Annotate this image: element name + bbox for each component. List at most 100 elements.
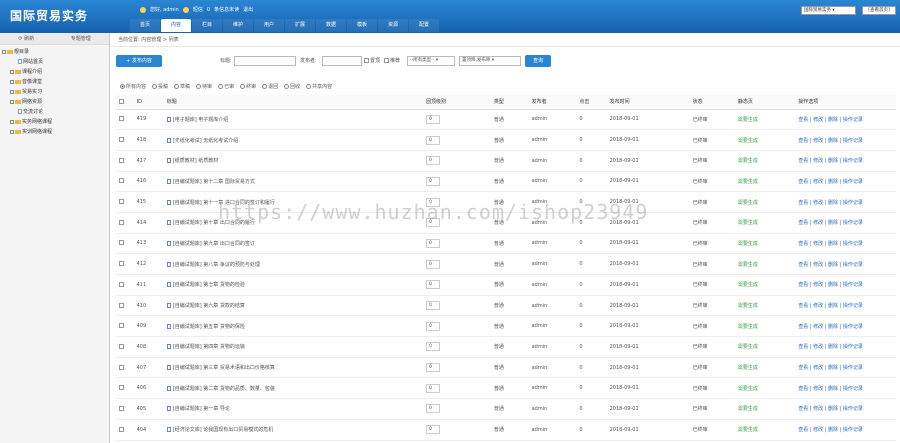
row-checkbox[interactable]	[119, 426, 124, 432]
filter-radio[interactable]: 终审	[240, 83, 256, 91]
expand-icon[interactable]	[10, 79, 14, 84]
static-status[interactable]: 需要生成	[734, 377, 796, 400]
row-checkbox[interactable]	[119, 178, 124, 184]
row-title-link[interactable]: [自编试题库] 第四章 货物的运输	[173, 344, 245, 350]
expand-icon[interactable]	[10, 99, 14, 104]
row-title-link[interactable]: [自编试题库] 第二章 货物的品质、数量、包装	[173, 386, 275, 392]
static-status[interactable]: 需要生成	[734, 150, 796, 172]
filter-radio[interactable]: 待审	[196, 83, 212, 91]
add-content-button[interactable]: + 发布内容	[116, 55, 162, 67]
filter-radio[interactable]: 已审	[218, 83, 234, 91]
order-input[interactable]: 0	[425, 218, 440, 228]
nav-tab-0[interactable]: 首页	[130, 19, 160, 32]
tree-item[interactable]: 实训网络课程	[2, 127, 109, 137]
static-status[interactable]: 需要生成	[734, 419, 796, 441]
filter-radio[interactable]: 草稿	[174, 83, 190, 91]
row-actions[interactable]: 查看 | 修改 | 删除 | 操作记录	[795, 212, 896, 234]
static-status[interactable]: 需要生成	[734, 129, 796, 151]
static-status[interactable]: 需要生成	[734, 233, 796, 255]
static-status[interactable]: 需要生成	[734, 109, 796, 131]
row-title-link[interactable]: [自编试题库] 第九章 出口合同的签订	[173, 241, 255, 247]
row-checkbox[interactable]	[119, 405, 124, 411]
row-actions[interactable]: 查看 | 修改 | 删除 | 操作记录	[795, 419, 896, 441]
row-actions[interactable]: 查看 | 修改 | 删除 | 操作记录	[795, 315, 896, 338]
tree-item[interactable]: 音像课堂	[2, 77, 109, 87]
row-title-link[interactable]: [自编试题库] 第十二章 国际贸易方式	[173, 179, 255, 185]
row-checkbox[interactable]	[119, 240, 124, 246]
nav-tab-5[interactable]: 扩展	[285, 19, 315, 32]
row-actions[interactable]: 查看 | 修改 | 删除 | 操作记录	[795, 150, 896, 172]
row-checkbox[interactable]	[119, 199, 124, 205]
row-checkbox[interactable]	[119, 343, 124, 349]
expand-icon[interactable]	[10, 119, 14, 124]
order-input[interactable]: 0	[425, 176, 440, 186]
messages-link[interactable]: 短信	[193, 4, 203, 16]
static-status[interactable]: 需要生成	[734, 253, 796, 275]
row-title-link[interactable]: [自编试题库] 第三章 贸易术语和出口价格核算	[173, 365, 275, 371]
static-status[interactable]: 需要生成	[734, 398, 796, 420]
tree-item[interactable]: 交流讨论	[2, 107, 109, 117]
row-actions[interactable]: 查看 | 修改 | 删除 | 操作记录	[795, 129, 896, 151]
expand-icon[interactable]	[10, 69, 14, 74]
order-input[interactable]: 0	[425, 238, 440, 248]
order-input[interactable]: 0	[425, 280, 440, 290]
tree-item[interactable]: 实务网络课程	[2, 117, 109, 127]
row-actions[interactable]: 查看 | 修改 | 删除 | 操作记录	[795, 274, 896, 296]
top-checkbox[interactable]	[364, 58, 369, 63]
nav-tab-1[interactable]: 内容	[161, 19, 191, 32]
order-input[interactable]: 0	[425, 363, 440, 373]
nav-tab-6[interactable]: 数据	[316, 19, 346, 32]
order-select[interactable]: 置顶降,发布降 ▾	[459, 56, 521, 66]
static-status[interactable]: 需要生成	[734, 295, 796, 317]
expand-icon[interactable]	[10, 89, 14, 94]
expand-icon[interactable]	[10, 129, 14, 134]
order-input[interactable]: 0	[425, 342, 440, 352]
row-actions[interactable]: 查看 | 修改 | 删除 | 操作记录	[795, 191, 896, 213]
recommend-checkbox[interactable]	[384, 58, 389, 63]
tree-item[interactable]: 贸易实习	[2, 87, 109, 97]
row-title-link[interactable]: [自编试题库] 第七章 货物的检验	[173, 282, 245, 288]
nav-tab-8[interactable]: 资源	[378, 19, 408, 32]
row-title-link[interactable]: [经济论文库] 论我国现有出口贸易模式的危机	[173, 427, 274, 433]
row-title-link[interactable]: [纸质教材] 纸质教材	[173, 158, 219, 164]
row-title-link[interactable]: [自编试题库] 第六章 货款的结算	[173, 303, 245, 309]
row-title-link[interactable]: [自编试题库] 第十章 出口合同的履行	[173, 220, 255, 226]
order-input[interactable]: 0	[425, 425, 440, 435]
special-topic-button[interactable]: 专题管理	[71, 35, 91, 42]
order-input[interactable]: 0	[425, 321, 440, 331]
row-actions[interactable]: 查看 | 修改 | 删除 | 操作记录	[795, 295, 896, 317]
filter-radio[interactable]: 所有内容	[120, 83, 146, 91]
order-input[interactable]: 0	[425, 301, 440, 311]
title-input[interactable]	[234, 56, 296, 66]
static-status[interactable]: 需要生成	[734, 357, 796, 379]
order-input[interactable]: 0	[425, 383, 440, 393]
select-all-checkbox[interactable]	[119, 98, 124, 104]
order-input[interactable]: 0	[425, 156, 440, 166]
row-title-link[interactable]: [自编试题库] 第八章 争议的预防与处理	[173, 262, 260, 268]
filter-radio[interactable]: 回收	[284, 83, 300, 91]
order-input[interactable]: 0	[425, 135, 440, 145]
tree-item[interactable]: 网络资源	[2, 97, 109, 107]
search-button[interactable]: 查询	[525, 55, 551, 67]
row-title-link[interactable]: [无纸化考试] 无纸化考试介绍	[173, 138, 239, 144]
tree-item[interactable]: 网站首页	[2, 57, 109, 67]
row-title-link[interactable]: [自编试题库] 第五章 货物的保险	[173, 324, 245, 330]
author-input[interactable]	[322, 56, 362, 66]
nav-tab-9[interactable]: 配置	[409, 19, 439, 32]
static-status[interactable]: 需要生成	[734, 315, 796, 338]
row-checkbox[interactable]	[119, 137, 124, 143]
row-actions[interactable]: 查看 | 修改 | 删除 | 操作记录	[795, 171, 896, 193]
row-checkbox[interactable]	[119, 302, 124, 308]
row-actions[interactable]: 查看 | 修改 | 删除 | 操作记录	[795, 253, 896, 275]
row-checkbox[interactable]	[119, 116, 124, 122]
row-actions[interactable]: 查看 | 修改 | 删除 | 操作记录	[795, 109, 896, 131]
order-input[interactable]: 0	[425, 114, 440, 124]
site-select[interactable]: 国际贸易实务 ▾	[801, 6, 856, 15]
row-checkbox[interactable]	[119, 261, 124, 267]
tree-item[interactable]: 课程介绍	[2, 67, 109, 77]
nav-tab-3[interactable]: 维护	[223, 19, 253, 32]
nav-tab-7[interactable]: 模板	[347, 19, 377, 32]
row-checkbox[interactable]	[119, 385, 124, 391]
row-checkbox[interactable]	[119, 157, 124, 163]
refresh-button[interactable]: ⟳ 刷新	[18, 35, 34, 42]
